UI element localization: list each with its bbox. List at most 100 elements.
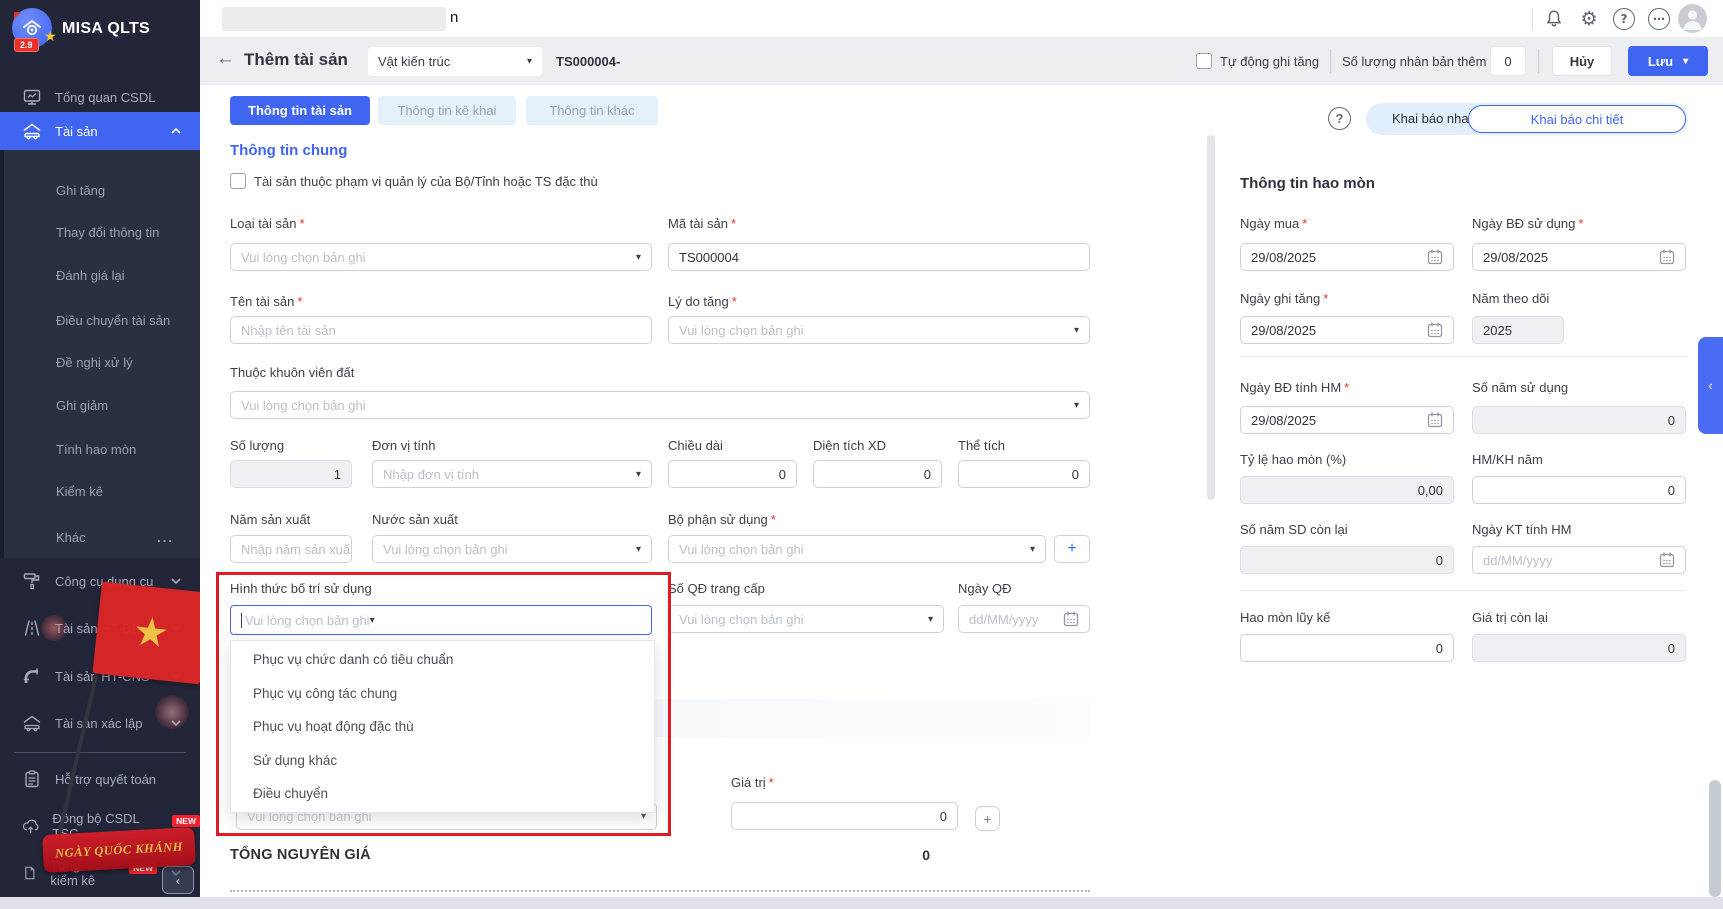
submenu-item-thay-doi-thong-tin[interactable]: Thay đổi thông tin (0, 221, 200, 243)
value-input[interactable]: 0 (731, 802, 958, 830)
increase-reason-select[interactable]: Vui lòng chọn bản ghi ▾ (668, 316, 1090, 344)
dep-per-year-input[interactable]: 0 (1472, 476, 1686, 504)
sidebar-item-ht-db[interactable]: Tài sản HT-ĐB (0, 613, 200, 643)
dep-rate-label: Tỷ lệ hao mòn (%) (1240, 452, 1346, 467)
sidebar-item-sync[interactable]: Đồng bộ CSDL TSC NEW (0, 811, 200, 841)
cancel-button[interactable]: Hủy (1552, 46, 1612, 76)
clone-count-input[interactable]: 0 (1490, 46, 1526, 76)
asset-name-input[interactable]: Nhập tên tài sản (230, 316, 652, 344)
auto-increase-checkbox[interactable] (1196, 53, 1212, 69)
tab-asset-info[interactable]: Thông tin tài sản (230, 96, 370, 125)
start-use-date-input[interactable]: 29/08/2025 (1472, 243, 1686, 271)
notification-bell-icon[interactable] (1542, 7, 1566, 31)
dropdown-option[interactable]: Điều chuyển (231, 777, 654, 811)
more-icon: ... (157, 530, 174, 545)
decision-no-select[interactable]: Vui lòng chọn bản ghi ▾ (668, 605, 944, 633)
decision-date-input[interactable]: dd/MM/yyyy (958, 605, 1090, 633)
sidebar-item-overview[interactable]: Tổng quan CSDL (0, 82, 200, 112)
form-scrollbar-thumb[interactable] (1207, 135, 1215, 500)
main-content: Thông tin tài sản Thông tin kê khai Thôn… (200, 85, 1723, 897)
save-button[interactable]: Lưu ▾ (1628, 46, 1708, 76)
asset-type-select[interactable]: Vui lòng chọn bản ghi ▾ (230, 243, 652, 271)
sidebar-item-label: Tổng quan CSDL (55, 90, 155, 105)
mfg-country-select[interactable]: Vui lòng chọn bản ghi ▾ (372, 535, 652, 563)
chevron-down-icon: ▾ (636, 252, 641, 263)
special-scope-checkbox[interactable] (230, 173, 246, 189)
tab-declaration-info[interactable]: Thông tin kê khai (378, 96, 516, 125)
sidebar: ★ 2.9 MISA QLTS Tổng quan CSDL Tài sản (0, 0, 200, 897)
unit-label: Đơn vị tính (372, 438, 435, 453)
buy-date-input[interactable]: 29/08/2025 (1240, 243, 1454, 271)
calendar-icon[interactable] (1427, 322, 1443, 338)
add-value-row-button[interactable]: + (975, 806, 1000, 831)
asset-type-label: Loại tài sản* (230, 216, 305, 231)
mfg-year-input[interactable]: Nhập năm sản xuấ (230, 535, 352, 563)
sidebar-item-assets[interactable]: Tài sản (0, 112, 200, 150)
decision-no-label: Số QĐ trang cấp (668, 581, 765, 596)
section-title-general: Thông tin chung (230, 142, 347, 159)
more-options-icon[interactable]: ⋯ (1647, 7, 1671, 31)
dep-start-date-input[interactable]: 29/08/2025 (1240, 406, 1454, 434)
panel-divider (1240, 590, 1686, 591)
land-parcel-label: Thuộc khuôn viên đất (230, 365, 354, 380)
submenu-item-danh-gia-lai[interactable]: Đánh giá lại (0, 264, 200, 286)
record-date-input[interactable]: 29/08/2025 (1240, 316, 1454, 344)
panel-collapse-tab[interactable]: ‹ (1698, 337, 1723, 434)
total-cost-label: TỔNG NGUYÊN GIÁ (230, 847, 371, 863)
dropdown-option[interactable]: Phục vụ chức danh có tiêu chuẩn (231, 643, 654, 677)
settings-gear-icon[interactable]: ⚙ (1577, 7, 1601, 31)
sidebar-collapse-button[interactable]: ‹ (162, 866, 194, 894)
toolbar-separator (1538, 49, 1539, 73)
sidebar-item-support[interactable]: Hỗ trợ quyết toán (0, 764, 200, 794)
submenu-item-dieu-chuyen-tai-san[interactable]: Điều chuyển tài sản (0, 309, 200, 331)
organization-name-redacted (222, 7, 446, 31)
sidebar-item-ht-cns[interactable]: Tài sản HT-CNS (0, 661, 200, 691)
back-arrow-icon[interactable]: ← (216, 48, 235, 70)
page-scrollbar-thumb[interactable] (1709, 780, 1721, 897)
submenu-item-tinh-hao-mon[interactable]: Tính hao mòn (0, 438, 200, 460)
asset-category-select[interactable]: Vật kiến trúc ▾ (368, 47, 542, 76)
star-icon: ★ (44, 28, 57, 45)
submenu-item-ghi-giam[interactable]: Ghi giảm (0, 394, 200, 416)
volume-input[interactable]: 0 (958, 460, 1090, 488)
submenu-item-ghi-tang[interactable]: Ghi tăng (0, 179, 200, 201)
sidebar-item-tools[interactable]: Công cụ dụng cụ (0, 566, 200, 596)
text-cursor (241, 613, 242, 628)
submenu-item-khac[interactable]: Khác ... (0, 526, 200, 548)
calendar-icon[interactable] (1659, 249, 1675, 265)
dropdown-option[interactable]: Phục vụ công tác chung (231, 677, 654, 711)
dropdown-option[interactable]: Sử dụng khác (231, 744, 654, 778)
using-dept-select[interactable]: Vui lòng chọn bản ghi ▾ (668, 535, 1046, 563)
tab-other-info[interactable]: Thông tin khác (526, 96, 658, 125)
calendar-icon[interactable] (1427, 249, 1443, 265)
usage-form-combobox[interactable]: Vui lòng chọn bản ghi ▾ (230, 605, 652, 635)
build-area-label: Diện tích XD (813, 438, 886, 453)
acc-dep-input[interactable]: 0 (1240, 634, 1454, 662)
calendar-icon[interactable] (1427, 412, 1443, 428)
dep-end-date-input[interactable]: dd/MM/yyyy (1472, 546, 1686, 574)
calendar-icon[interactable] (1659, 552, 1675, 568)
dropdown-option[interactable]: Phục vụ hoạt động đặc thù (231, 710, 654, 744)
build-area-input[interactable]: 0 (813, 460, 942, 488)
monitor-icon (22, 87, 42, 107)
submenu-item-kiem-ke[interactable]: Kiểm kê (0, 480, 200, 502)
chevron-down-icon: ▾ (370, 615, 375, 626)
new-badge: NEW (172, 815, 200, 827)
user-avatar[interactable] (1678, 4, 1707, 33)
sidebar-item-xac-lap[interactable]: Tài sản xác lập (0, 708, 200, 738)
section-title-depreciation: Thông tin hao mòn (1240, 175, 1375, 192)
help-icon[interactable]: ? (1612, 7, 1636, 31)
length-input[interactable]: 0 (668, 460, 797, 488)
land-parcel-select[interactable]: Vui lòng chọn bản ghi ▾ (230, 391, 1090, 419)
unit-select[interactable]: Nhập đơn vị tính ▾ (372, 460, 652, 488)
help-icon[interactable]: ? (1328, 107, 1351, 130)
chevron-down-icon: ▾ (1074, 400, 1079, 411)
declaration-mode-toggle[interactable]: Khai báo nhanh Khai báo chi tiết (1366, 103, 1688, 135)
acc-dep-label: Hao mòn lũy kế (1240, 610, 1330, 625)
submenu-item-de-nghi-xu-ly[interactable]: Đề nghị xử lý (0, 351, 200, 373)
add-dept-button[interactable]: + (1054, 535, 1090, 563)
detail-declare-option[interactable]: Khai báo chi tiết (1468, 105, 1686, 133)
calendar-icon[interactable] (1063, 611, 1079, 627)
horizontal-scrollbar[interactable] (0, 897, 1723, 909)
asset-code-input[interactable]: TS000004 (668, 243, 1090, 271)
